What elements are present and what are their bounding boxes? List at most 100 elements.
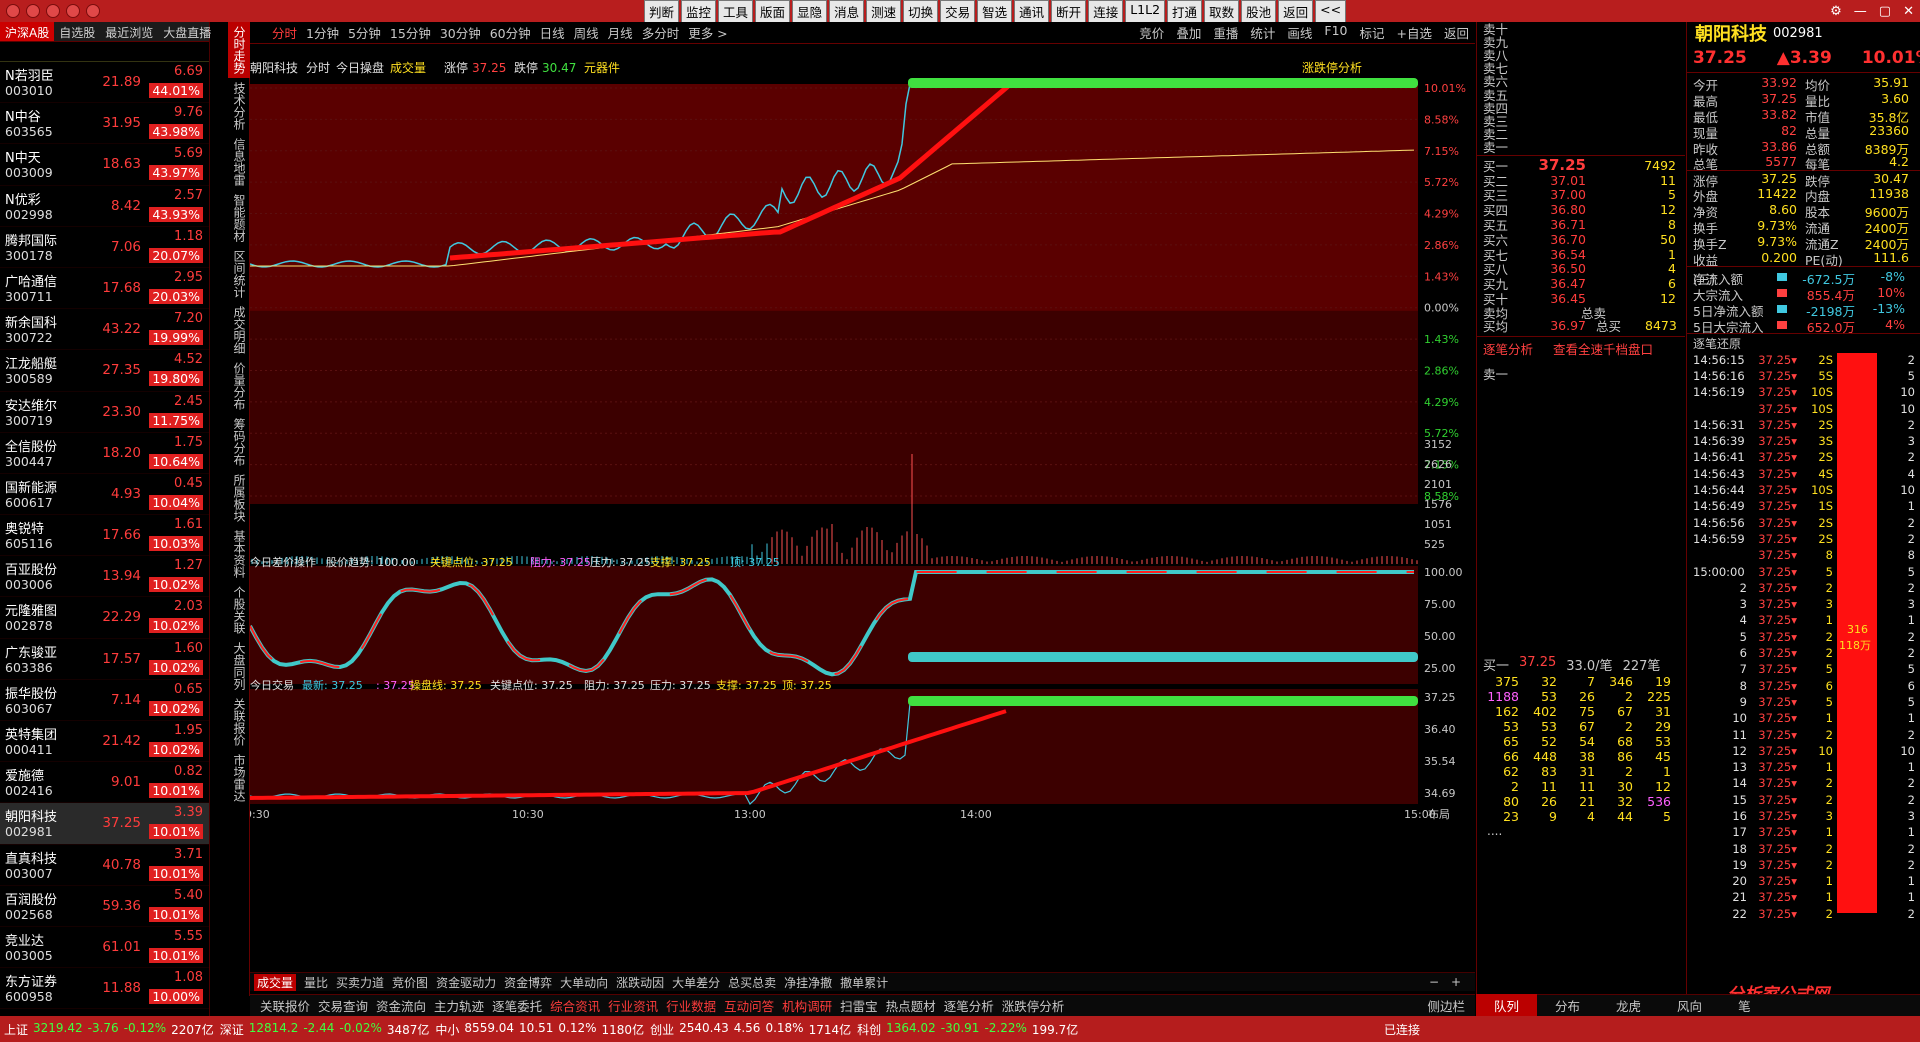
stock-row[interactable]: 广东骏亚 603386 17.57 1.60 10.02% bbox=[0, 639, 209, 680]
add-indicator-icon[interactable]: + bbox=[1451, 975, 1461, 989]
menu-item-11[interactable]: 断开 bbox=[1051, 0, 1087, 23]
menu-item-1[interactable]: 监控 bbox=[681, 0, 717, 23]
stock-row[interactable]: 广哈通信 300711 17.68 2.95 20.03% bbox=[0, 268, 209, 310]
indicator-tab[interactable]: 资金博弈 bbox=[504, 974, 552, 991]
stock-row[interactable]: 竞业达 003005 61.01 5.55 10.01% bbox=[0, 927, 209, 969]
intraday-chart[interactable]: 朝阳科技分时今日操盘成交量 涨停 37.25 跌停 30.47 元器件 涨跌停分析 37.25… bbox=[250, 44, 1475, 994]
menu-item-17[interactable]: 返回 bbox=[1278, 0, 1314, 23]
full-depth-link[interactable]: 查看全速千档盘口 bbox=[1553, 339, 1653, 358]
menu-item-6[interactable]: 测速 bbox=[866, 0, 902, 23]
vertical-tab[interactable]: 个股关联 bbox=[228, 582, 251, 638]
indicator-tab[interactable]: 撤单累计 bbox=[840, 974, 888, 991]
feature-tab[interactable]: 涨跌停分析 bbox=[1002, 996, 1065, 1015]
stock-row[interactable]: N中天 003009 18.63 5.69 43.97% bbox=[0, 144, 209, 186]
indicator-tab[interactable]: 成交量 bbox=[254, 973, 297, 991]
menu-item-10[interactable]: 通讯 bbox=[1014, 0, 1050, 23]
menu-item-8[interactable]: 交易 bbox=[940, 0, 976, 23]
period-tab[interactable]: 分时 bbox=[272, 23, 297, 42]
stock-list-tab[interactable]: 大盘直播 bbox=[158, 22, 216, 41]
vertical-tab[interactable]: 基本资料 bbox=[228, 526, 251, 582]
menu-item-15[interactable]: 取数 bbox=[1204, 0, 1240, 23]
menu-item-4[interactable]: 显隐 bbox=[792, 0, 828, 23]
menu-item-5[interactable]: 消息 bbox=[829, 0, 865, 23]
settings-icon[interactable]: ⚙ bbox=[1830, 4, 1842, 19]
toolbar-button[interactable]: 返回 bbox=[1444, 23, 1469, 42]
vertical-tab[interactable]: 成交明细 bbox=[228, 302, 251, 358]
feature-tab[interactable]: 逐笔分析 bbox=[944, 996, 994, 1015]
menu-item-16[interactable]: 股池 bbox=[1241, 0, 1277, 23]
menu-item-3[interactable]: 版面 bbox=[755, 0, 791, 23]
feature-tab[interactable]: 互动问答 bbox=[724, 996, 774, 1015]
toolbar-button[interactable]: 重播 bbox=[1213, 23, 1238, 42]
menu-item-14[interactable]: 打通 bbox=[1167, 0, 1203, 23]
stock-row[interactable]: 全信股份 300447 18.20 1.75 10.64% bbox=[0, 433, 209, 474]
stock-list-tab[interactable]: 最近浏览 bbox=[100, 22, 158, 41]
feature-tab[interactable]: 机构调研 bbox=[782, 996, 832, 1015]
menu-item-9[interactable]: 智选 bbox=[977, 0, 1013, 23]
feature-tab[interactable]: 行业数据 bbox=[666, 996, 716, 1015]
stock-row[interactable]: 腾邦国际 300178 7.06 1.18 20.07% bbox=[0, 227, 209, 268]
feature-tab[interactable]: 逐笔委托 bbox=[492, 996, 542, 1015]
stock-row[interactable]: N中谷 603565 31.95 9.76 43.98% bbox=[0, 103, 209, 145]
queue-tab[interactable]: 笔 bbox=[1720, 994, 1769, 1017]
indicator-tab[interactable]: 量比 bbox=[304, 974, 328, 991]
indicator-tab[interactable]: 大单动向 bbox=[560, 974, 608, 991]
window-dot-icon[interactable] bbox=[86, 4, 100, 18]
sidebar-toggle[interactable]: 侧边栏 bbox=[1427, 996, 1475, 1015]
trade-analysis-link[interactable]: 逐笔分析 bbox=[1483, 339, 1533, 358]
vertical-tab[interactable]: 信息地雷 bbox=[228, 134, 251, 190]
queue-tab[interactable]: 队列 bbox=[1476, 994, 1538, 1017]
stock-row[interactable]: 国新能源 600617 4.93 0.45 10.04% bbox=[0, 474, 209, 516]
menu-item-2[interactable]: 工具 bbox=[718, 0, 754, 23]
period-tab[interactable]: 1分钟 bbox=[306, 23, 339, 42]
menu-item-0[interactable]: 判断 bbox=[644, 0, 680, 23]
feature-tab[interactable]: 资金流向 bbox=[376, 996, 426, 1015]
index-quote[interactable]: 中小 8559.04 10.51 0.12% 1180亿 bbox=[435, 1021, 644, 1038]
queue-more[interactable]: .... bbox=[1477, 824, 1685, 838]
stock-list-tab[interactable]: 沪深A股 bbox=[0, 22, 55, 41]
period-tab[interactable]: 周线 bbox=[574, 23, 599, 42]
feature-tab[interactable]: 扫雷宝 bbox=[840, 996, 878, 1015]
stock-row[interactable]: 爱施德 002416 9.01 0.82 10.01% bbox=[0, 762, 209, 804]
toolbar-button[interactable]: 画线 bbox=[1287, 23, 1312, 42]
stock-list-tab[interactable]: 自选股 bbox=[54, 22, 100, 41]
toolbar-button[interactable]: 标记 bbox=[1359, 23, 1384, 42]
indicator-tab[interactable]: 涨跌动因 bbox=[616, 974, 664, 991]
index-quote[interactable]: 深证 12814.2 -2.44 -0.02% 3487亿 bbox=[220, 1021, 430, 1038]
close-icon[interactable]: ✕ bbox=[1903, 4, 1914, 19]
indicator-tab[interactable]: 总买总卖 bbox=[728, 974, 776, 991]
stock-row[interactable]: 朝阳科技 002981 37.25 3.39 10.01% bbox=[0, 803, 209, 845]
maximize-icon[interactable]: ▢ bbox=[1879, 4, 1891, 19]
feature-tab[interactable]: 交易查询 bbox=[318, 996, 368, 1015]
menu-item-13[interactable]: L1L2 bbox=[1125, 0, 1166, 23]
minimize-icon[interactable]: — bbox=[1854, 4, 1867, 19]
index-quote[interactable]: 科创 1364.02 -30.91 -2.22% 199.7亿 bbox=[857, 1021, 1078, 1038]
stock-row[interactable]: 百亚股份 003006 13.94 1.27 10.02% bbox=[0, 556, 209, 598]
vertical-tab[interactable]: 价量分布 bbox=[228, 358, 251, 414]
menu-item-18[interactable]: << bbox=[1315, 0, 1347, 23]
vertical-tab[interactable]: 所属板块 bbox=[228, 470, 251, 526]
vertical-tab[interactable]: 技术分析 bbox=[228, 78, 251, 134]
toolbar-button[interactable]: +自选 bbox=[1397, 23, 1432, 42]
toolbar-button[interactable]: 叠加 bbox=[1176, 23, 1201, 42]
index-quote[interactable]: 上证 3219.42 -3.76 -0.12% 2207亿 bbox=[4, 1021, 214, 1038]
queue-tab[interactable]: 风向 bbox=[1659, 994, 1720, 1017]
stock-row[interactable]: N若羽臣 003010 21.89 6.69 44.01% bbox=[0, 62, 209, 104]
feature-tab[interactable]: 综合资讯 bbox=[550, 996, 600, 1015]
period-tab[interactable]: 日线 bbox=[540, 23, 565, 42]
indicator-tab[interactable]: 净挂净撤 bbox=[784, 974, 832, 991]
window-dot-icon[interactable] bbox=[66, 4, 80, 18]
period-tab[interactable]: 60分钟 bbox=[490, 23, 531, 42]
indicator-tab[interactable]: 大单差分 bbox=[672, 974, 720, 991]
feature-tab[interactable]: 关联报价 bbox=[260, 996, 310, 1015]
feature-tab[interactable]: 主力轨迹 bbox=[434, 996, 484, 1015]
remove-indicator-icon[interactable]: − bbox=[1429, 975, 1439, 989]
stock-row[interactable]: 东方证券 600958 11.88 1.08 10.00% bbox=[0, 968, 209, 1010]
stock-row[interactable]: 新余国科 300722 43.22 7.20 19.99% bbox=[0, 309, 209, 351]
feature-tab[interactable]: 热点题材 bbox=[886, 996, 936, 1015]
vertical-tab[interactable]: 关联报价 bbox=[228, 694, 251, 750]
menu-item-7[interactable]: 切换 bbox=[903, 0, 939, 23]
stock-row[interactable]: 百润股份 002568 59.36 5.40 10.01% bbox=[0, 886, 209, 927]
indicator-tab[interactable]: 竞价图 bbox=[392, 974, 428, 991]
feature-tab[interactable]: 行业资讯 bbox=[608, 996, 658, 1015]
